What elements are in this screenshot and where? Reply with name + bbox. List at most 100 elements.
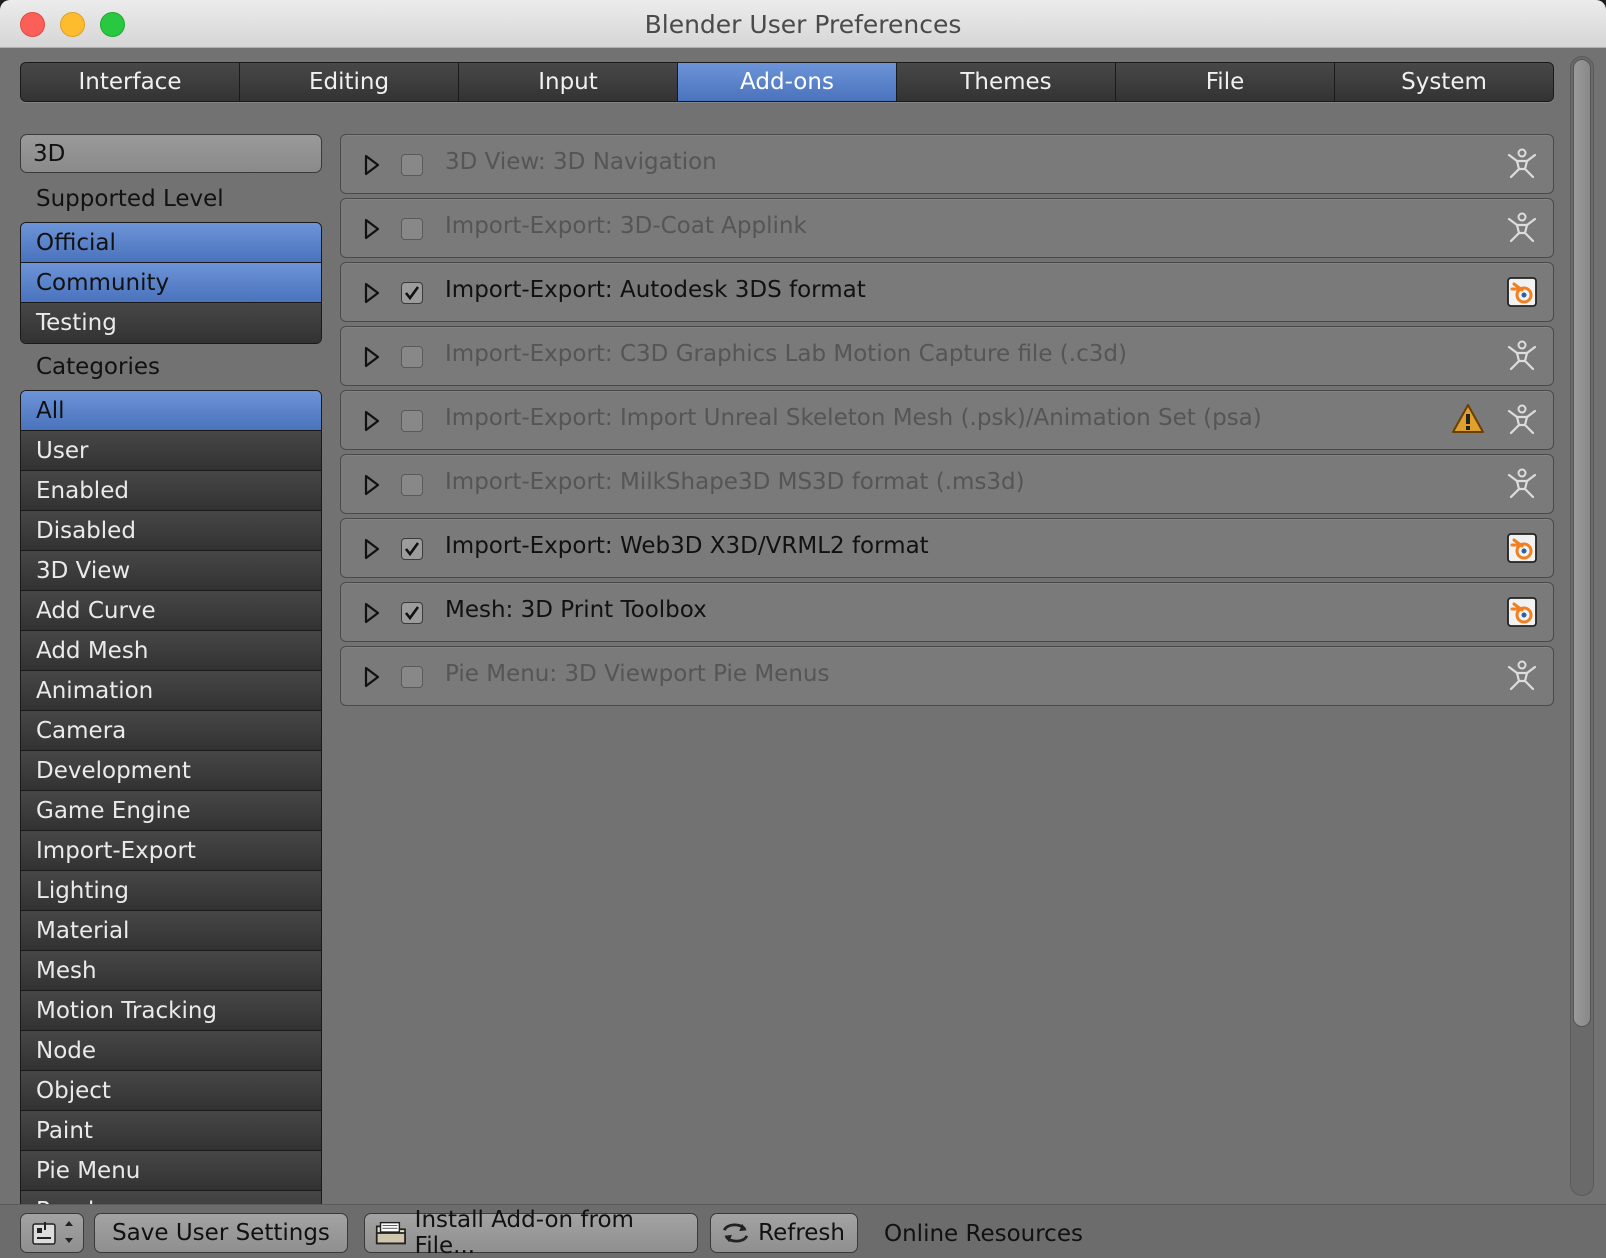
expand-arrow-icon[interactable] [363, 282, 381, 304]
bottom-toolbar: Save User Settings Install Add-on from F… [0, 1204, 1606, 1258]
online-resources-menu[interactable]: Online Resources [884, 1221, 1083, 1247]
category-import-export[interactable]: Import-Export [21, 831, 321, 871]
addon-search-input[interactable] [27, 135, 326, 172]
save-user-settings-label: Save User Settings [112, 1220, 330, 1246]
refresh-icon [723, 1223, 749, 1243]
community-icon [1507, 468, 1537, 499]
category-disabled[interactable]: Disabled [21, 511, 321, 551]
expand-arrow-icon[interactable] [363, 218, 381, 240]
community-icon [1507, 660, 1537, 691]
addon-row: Import-Export: Web3D X3D/VRML2 format [340, 518, 1554, 578]
addon-name[interactable]: Import-Export: Import Unreal Skeleton Me… [445, 405, 1262, 431]
addon-list-scrollbar[interactable] [1570, 56, 1594, 1196]
expand-arrow-icon[interactable] [363, 474, 381, 496]
refresh-button[interactable]: Refresh [710, 1213, 858, 1253]
addon-search-box [20, 134, 326, 173]
addon-name[interactable]: Pie Menu: 3D Viewport Pie Menus [445, 661, 829, 687]
category-motion-tracking[interactable]: Motion Tracking [21, 991, 321, 1031]
category-pie-menu[interactable]: Pie Menu [21, 1151, 321, 1191]
addon-enable-checkbox[interactable] [401, 218, 423, 240]
addon-row: Import-Export: MilkShape3D MS3D format (… [340, 454, 1554, 514]
category-paint[interactable]: Paint [21, 1111, 321, 1151]
tab-interface[interactable]: Interface [21, 63, 240, 101]
refresh-label: Refresh [758, 1220, 845, 1246]
addon-name[interactable]: Mesh: 3D Print Toolbox [445, 597, 707, 623]
addon-row: Mesh: 3D Print Toolbox [340, 582, 1554, 642]
checkmark-icon [404, 542, 420, 557]
category-render[interactable]: Render [21, 1191, 321, 1204]
editor-type-selector[interactable] [20, 1213, 84, 1253]
preferences-tabs: Interface Editing Input Add-ons Themes F… [20, 62, 1554, 102]
addon-row: 3D View: 3D Navigation [340, 134, 1554, 194]
category-object[interactable]: Object [21, 1071, 321, 1111]
tab-system[interactable]: System [1335, 63, 1553, 101]
checkmark-icon [404, 606, 420, 621]
addon-enable-checkbox[interactable] [401, 282, 423, 304]
expand-arrow-icon[interactable] [363, 346, 381, 368]
preferences-editor-icon [32, 1221, 73, 1245]
category-animation[interactable]: Animation [21, 671, 321, 711]
level-testing[interactable]: Testing [21, 303, 321, 343]
tab-themes[interactable]: Themes [897, 63, 1116, 101]
warning-icon [1452, 404, 1484, 433]
addon-row: Import-Export: Import Unreal Skeleton Me… [340, 390, 1554, 450]
addon-enable-checkbox[interactable] [401, 346, 423, 368]
tab-editing[interactable]: Editing [240, 63, 459, 101]
category-development[interactable]: Development [21, 751, 321, 791]
blender-official-icon [1507, 277, 1537, 307]
addon-row: Pie Menu: 3D Viewport Pie Menus [340, 646, 1554, 706]
addon-name[interactable]: Import-Export: Web3D X3D/VRML2 format [445, 533, 929, 559]
blender-official-icon [1507, 597, 1537, 627]
addon-enable-checkbox[interactable] [401, 410, 423, 432]
addon-name[interactable]: 3D View: 3D Navigation [445, 149, 717, 175]
expand-arrow-icon[interactable] [363, 538, 381, 560]
expand-arrow-icon[interactable] [363, 410, 381, 432]
category-enabled[interactable]: Enabled [21, 471, 321, 511]
categories-group: All User Enabled Disabled 3D View Add Cu… [20, 390, 322, 1204]
addon-enable-checkbox[interactable] [401, 602, 423, 624]
category-game-engine[interactable]: Game Engine [21, 791, 321, 831]
folder-icon [375, 1221, 406, 1245]
expand-arrow-icon[interactable] [363, 154, 381, 176]
checkmark-icon [404, 286, 420, 301]
scrollbar-thumb[interactable] [1573, 59, 1591, 1027]
category-node[interactable]: Node [21, 1031, 321, 1071]
addon-name[interactable]: Import-Export: MilkShape3D MS3D format (… [445, 469, 1025, 495]
category-mesh[interactable]: Mesh [21, 951, 321, 991]
install-addon-button[interactable]: Install Add-on from File... [364, 1207, 698, 1258]
tab-add-ons[interactable]: Add-ons [678, 63, 897, 101]
addon-enable-checkbox[interactable] [401, 666, 423, 688]
community-icon [1507, 340, 1537, 371]
addon-row: Import-Export: Autodesk 3DS format [340, 262, 1554, 322]
tab-input[interactable]: Input [459, 63, 678, 101]
addon-enable-checkbox[interactable] [401, 154, 423, 176]
category-3d-view[interactable]: 3D View [21, 551, 321, 591]
category-add-mesh[interactable]: Add Mesh [21, 631, 321, 671]
addon-name[interactable]: Import-Export: 3D-Coat Applink [445, 213, 807, 239]
preferences-window: Blender User Preferences Interface Editi… [0, 0, 1606, 1258]
save-user-settings-button[interactable]: Save User Settings [94, 1213, 348, 1253]
category-all[interactable]: All [21, 391, 321, 431]
blender-official-icon [1507, 533, 1537, 563]
categories-scroll-area: All User Enabled Disabled 3D View Add Cu… [20, 390, 322, 1204]
category-material[interactable]: Material [21, 911, 321, 951]
community-icon [1507, 212, 1537, 243]
expand-arrow-icon[interactable] [363, 666, 381, 688]
category-camera[interactable]: Camera [21, 711, 321, 751]
supported-level-group: Official Community Testing [20, 222, 322, 344]
expand-arrow-icon[interactable] [363, 602, 381, 624]
addon-enable-checkbox[interactable] [401, 474, 423, 496]
title-bar: Blender User Preferences [0, 0, 1606, 48]
level-community[interactable]: Community [21, 263, 321, 303]
categories-label: Categories [36, 354, 160, 380]
tab-file[interactable]: File [1116, 63, 1335, 101]
addon-name[interactable]: Import-Export: Autodesk 3DS format [445, 277, 866, 303]
category-add-curve[interactable]: Add Curve [21, 591, 321, 631]
level-official[interactable]: Official [21, 223, 321, 263]
category-user[interactable]: User [21, 431, 321, 471]
addon-row: Import-Export: 3D-Coat Applink [340, 198, 1554, 258]
addon-name[interactable]: Import-Export: C3D Graphics Lab Motion C… [445, 341, 1127, 367]
addon-enable-checkbox[interactable] [401, 538, 423, 560]
community-icon [1507, 404, 1537, 435]
category-lighting[interactable]: Lighting [21, 871, 321, 911]
